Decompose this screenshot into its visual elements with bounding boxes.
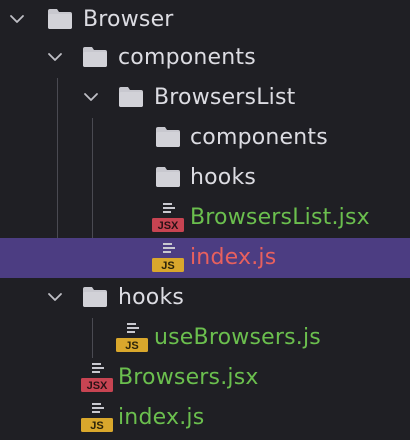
- folder-label: components: [118, 45, 256, 70]
- tree-row-components[interactable]: components: [0, 38, 410, 78]
- tree-row-hooks[interactable]: hooks: [0, 278, 410, 318]
- file-label: BrowsersList.jsx: [190, 205, 370, 230]
- tree-row-browserslist-components[interactable]: components: [0, 118, 410, 158]
- tree-row-browserslist-index-js[interactable]: JS index.js: [0, 238, 410, 278]
- file-type-badge: JS: [90, 420, 103, 432]
- folder-icon: [156, 127, 180, 147]
- chevron-down-icon[interactable]: [81, 87, 101, 107]
- tree-row-browsers-jsx[interactable]: JSX Browsers.jsx: [0, 358, 410, 398]
- tree-row-browserslist[interactable]: BrowsersList: [0, 78, 410, 118]
- folder-icon: [48, 9, 72, 29]
- file-label: Browsers.jsx: [118, 365, 259, 390]
- tree-row-browserslist-jsx[interactable]: JSX BrowsersList.jsx: [0, 198, 410, 238]
- js-file-icon: JS: [116, 323, 148, 352]
- file-label: useBrowsers.js: [154, 325, 321, 350]
- file-type-badge: JSX: [158, 220, 179, 232]
- jsx-file-icon: JSX: [152, 203, 184, 232]
- tree-row-browser[interactable]: Browser: [0, 0, 410, 40]
- js-file-icon: JS: [81, 403, 113, 432]
- file-type-badge: JS: [161, 260, 174, 272]
- file-type-badge: JS: [125, 340, 138, 352]
- chevron-down-icon[interactable]: [45, 47, 65, 67]
- folder-icon: [156, 167, 180, 187]
- folder-label: Browser: [83, 7, 174, 32]
- file-label: index.js: [118, 405, 205, 430]
- folder-label: components: [190, 125, 328, 150]
- tree-row-usebrowsers-js[interactable]: JS useBrowsers.js: [0, 318, 410, 358]
- chevron-down-icon[interactable]: [7, 9, 27, 29]
- folder-label: hooks: [118, 285, 185, 310]
- file-label: index.js: [190, 245, 277, 270]
- file-type-badge: JSX: [87, 380, 108, 392]
- folder-icon: [83, 287, 107, 307]
- jsx-file-icon: JSX: [81, 363, 113, 392]
- folder-icon: [83, 47, 107, 67]
- folder-label: hooks: [190, 165, 257, 190]
- tree-row-browserslist-hooks[interactable]: hooks: [0, 158, 410, 198]
- chevron-down-icon[interactable]: [45, 287, 65, 307]
- tree-row-index-js[interactable]: JS index.js: [0, 398, 410, 438]
- folder-icon: [119, 87, 143, 107]
- folder-label: BrowsersList: [154, 85, 296, 110]
- js-file-icon: JS: [152, 243, 184, 272]
- project-file-tree: Browser components BrowsersList componen…: [0, 0, 410, 440]
